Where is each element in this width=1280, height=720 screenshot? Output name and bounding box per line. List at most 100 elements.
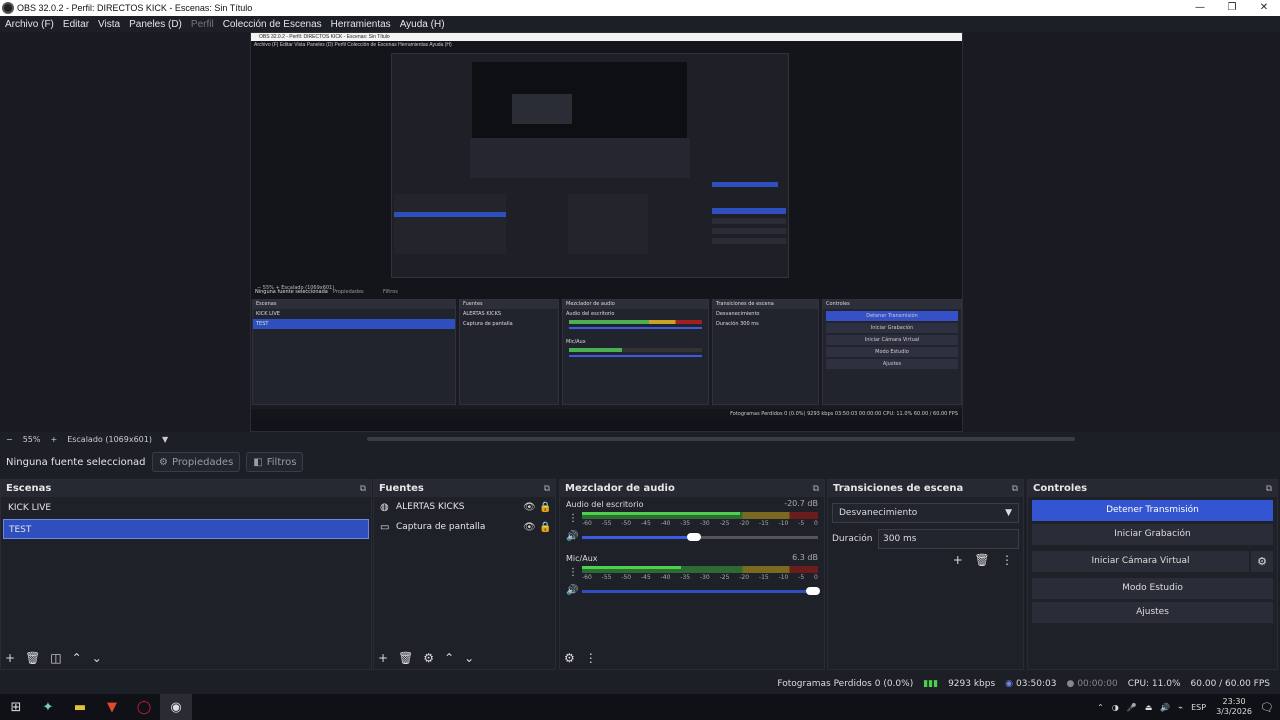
slider-knob[interactable] bbox=[687, 533, 701, 541]
undock-icon[interactable]: ⧉ bbox=[544, 484, 550, 494]
scene-item-test[interactable]: TEST bbox=[3, 519, 369, 539]
studio-mode-button[interactable]: Modo Estudio bbox=[1032, 578, 1273, 599]
visibility-eye-icon[interactable]: 👁 bbox=[523, 522, 539, 533]
stream-time: 03:50:03 bbox=[1016, 679, 1057, 689]
menu-vista[interactable]: Vista bbox=[98, 19, 120, 30]
mixer-menu-icon[interactable]: ⋮ bbox=[585, 651, 597, 665]
remove-source-icon[interactable]: 🗑 bbox=[398, 651, 413, 665]
file-explorer-icon[interactable]: ▬ bbox=[64, 694, 96, 720]
source-toolbar: Ninguna fuente seleccionada ⚙ Propiedades… bbox=[0, 450, 1280, 474]
filters-button[interactable]: ◧ Filtros bbox=[246, 452, 304, 472]
nested-transitions: Transiciones de escena Desvanecimiento D… bbox=[712, 299, 819, 405]
nested-no-source: Ninguna fuente seleccionada bbox=[255, 289, 328, 295]
mixer-channel-desktop: Audio del escritorio -20.7 dB ⋮ -60 -55 -5… bbox=[560, 497, 824, 551]
sources-title: Fuentes bbox=[379, 483, 424, 494]
slider-knob[interactable] bbox=[806, 587, 820, 595]
transitions-title: Transiciones de escena bbox=[833, 483, 964, 494]
source-item-alertas[interactable]: ◍ ALERTAS KICKS 👁 🔒 bbox=[374, 497, 555, 517]
close-button[interactable]: ✕ bbox=[1248, 0, 1280, 16]
menu-editar[interactable]: Editar bbox=[63, 19, 89, 30]
tray-clock[interactable]: 23:30 3/3/2026 bbox=[1216, 697, 1252, 717]
move-down-icon[interactable]: ⌄ bbox=[464, 651, 474, 665]
channel-menu-icon[interactable]: ⋮ bbox=[568, 567, 578, 578]
source-item-captura[interactable]: ▭ Captura de pantalla 👁 🔒 bbox=[374, 517, 555, 537]
browser-icon: ◍ bbox=[380, 501, 389, 513]
zoom-in-button[interactable]: + bbox=[50, 435, 57, 444]
tray-usb-icon[interactable]: ⏏ bbox=[1145, 703, 1153, 712]
meter-ticks: -60 -55 -50 -45 -40 -35 -30 -25 -20 -15 -10 -5 0 bbox=[582, 574, 818, 581]
menu-ayuda[interactable]: Ayuda (H) bbox=[400, 19, 445, 30]
zoom-out-button[interactable]: − bbox=[6, 435, 13, 444]
visibility-eye-icon[interactable]: 👁 bbox=[523, 502, 539, 513]
preview-scrollbar[interactable] bbox=[367, 437, 1075, 441]
nested-sources: Fuentes ALERTAS KICKS Captura de pantall… bbox=[459, 299, 559, 405]
duration-input[interactable]: 300 ms bbox=[878, 529, 1019, 549]
nested-status: Fotogramas Perdidos 0 (0.0%) 9293 kbps 0… bbox=[730, 411, 958, 417]
menu-archivo[interactable]: Archivo (F) bbox=[5, 19, 54, 30]
properties-button[interactable]: ⚙ Propiedades bbox=[152, 452, 241, 472]
audio-mixer-dock: Mezclador de audio ⧉ Audio del escritorio… bbox=[559, 479, 825, 670]
start-recording-button[interactable]: Iniciar Grabación bbox=[1032, 524, 1273, 545]
controls-dock: Controles ⧉ Detener Transmisión Iniciar G… bbox=[1027, 479, 1278, 670]
move-up-icon[interactable]: ⌃ bbox=[444, 651, 454, 665]
start-virtual-camera-button[interactable]: Iniciar Cámara Virtual bbox=[1032, 551, 1249, 572]
undock-icon[interactable]: ⧉ bbox=[1012, 484, 1018, 494]
advanced-audio-icon[interactable]: ⚙ bbox=[564, 651, 575, 665]
add-source-icon[interactable]: + bbox=[378, 651, 388, 665]
tray-mic-icon[interactable]: 🎤 bbox=[1127, 703, 1137, 712]
lock-icon[interactable]: 🔒 bbox=[539, 502, 555, 513]
maximize-button[interactable]: ❐ bbox=[1216, 0, 1248, 16]
add-transition-icon[interactable]: + bbox=[953, 553, 963, 567]
menu-herramientas[interactable]: Herramientas bbox=[331, 19, 391, 30]
speaker-icon[interactable]: 🔊 bbox=[566, 531, 578, 542]
gear-icon: ⚙ bbox=[159, 456, 168, 468]
add-scene-icon[interactable]: + bbox=[5, 651, 15, 665]
scene-item-kick-live[interactable]: KICK LIVE bbox=[3, 498, 369, 518]
volume-slider[interactable] bbox=[582, 533, 818, 541]
undock-icon[interactable]: ⧉ bbox=[1266, 484, 1272, 494]
scene-filters-icon[interactable]: ◫ bbox=[50, 651, 61, 665]
scaling-mode[interactable]: Escalado (1069x601) bbox=[67, 435, 152, 444]
undock-icon[interactable]: ⧉ bbox=[813, 484, 819, 494]
fps: 60.00 / 60.00 FPS bbox=[1190, 679, 1270, 689]
opera-gx-icon[interactable]: ◯ bbox=[128, 694, 160, 720]
preview-canvas[interactable]: OBS 32.0.2 - Perfil: DIRECTOS KICK - Esc… bbox=[0, 32, 1280, 432]
nested-title: OBS 32.0.2 - Perfil: DIRECTOS KICK - Esc… bbox=[251, 33, 962, 41]
scaling-dropdown-icon[interactable]: ▼ bbox=[162, 435, 168, 444]
tray-lang[interactable]: ESP bbox=[1191, 703, 1206, 712]
nested-scenes: Escenas KICK LIVE TEST bbox=[252, 299, 456, 405]
stop-stream-button[interactable]: Detener Transmisión bbox=[1032, 500, 1273, 521]
move-up-icon[interactable]: ⌃ bbox=[72, 651, 82, 665]
settings-button[interactable]: Ajustes bbox=[1032, 602, 1273, 623]
notifications-icon[interactable]: 🗨 bbox=[1260, 701, 1274, 714]
virtual-camera-settings-icon[interactable]: ⚙ bbox=[1251, 551, 1273, 572]
nested-inner-capture bbox=[391, 53, 789, 278]
copilot-icon[interactable]: ✦ bbox=[32, 694, 64, 720]
transition-menu-icon[interactable]: ⋮ bbox=[1001, 553, 1013, 567]
channel-menu-icon[interactable]: ⋮ bbox=[568, 513, 578, 524]
tray-chevron-icon[interactable]: ⌃ bbox=[1097, 703, 1104, 712]
windows-start-icon[interactable]: ⊞ bbox=[0, 694, 32, 720]
brave-browser-icon[interactable]: ▼ bbox=[96, 694, 128, 720]
menu-paneles[interactable]: Paneles (D) bbox=[129, 19, 182, 30]
zoom-level: 55% bbox=[22, 434, 41, 444]
volume-slider[interactable] bbox=[582, 587, 820, 595]
minimize-button[interactable]: — bbox=[1184, 0, 1216, 16]
tray-network-icon[interactable]: ⌁ bbox=[1178, 703, 1183, 712]
undock-icon[interactable]: ⧉ bbox=[360, 484, 366, 494]
lock-icon[interactable]: 🔒 bbox=[539, 522, 555, 533]
no-source-label: Ninguna fuente seleccionada bbox=[6, 456, 146, 468]
remove-transition-icon[interactable]: 🗑 bbox=[974, 553, 989, 567]
tray-volume-icon[interactable]: 🔊 bbox=[1160, 703, 1170, 712]
nested-filters: Filtros bbox=[383, 289, 398, 295]
tray-app-icon[interactable]: ◑ bbox=[1112, 703, 1119, 712]
nested-docks: − 55% + Escalado (1069x601) Ninguna fuen… bbox=[251, 285, 962, 409]
move-down-icon[interactable]: ⌄ bbox=[92, 651, 102, 665]
menu-coleccion-escenas[interactable]: Colección de Escenas bbox=[223, 19, 322, 30]
remove-scene-icon[interactable]: 🗑 bbox=[25, 651, 40, 665]
obs-taskbar-icon[interactable]: ◉ bbox=[160, 694, 192, 720]
source-settings-icon[interactable]: ⚙ bbox=[423, 651, 434, 665]
speaker-icon[interactable]: 🔊 bbox=[566, 585, 578, 596]
transition-select[interactable]: Desvanecimiento ▼ bbox=[832, 503, 1019, 523]
bitrate: 9293 kbps bbox=[948, 679, 996, 689]
